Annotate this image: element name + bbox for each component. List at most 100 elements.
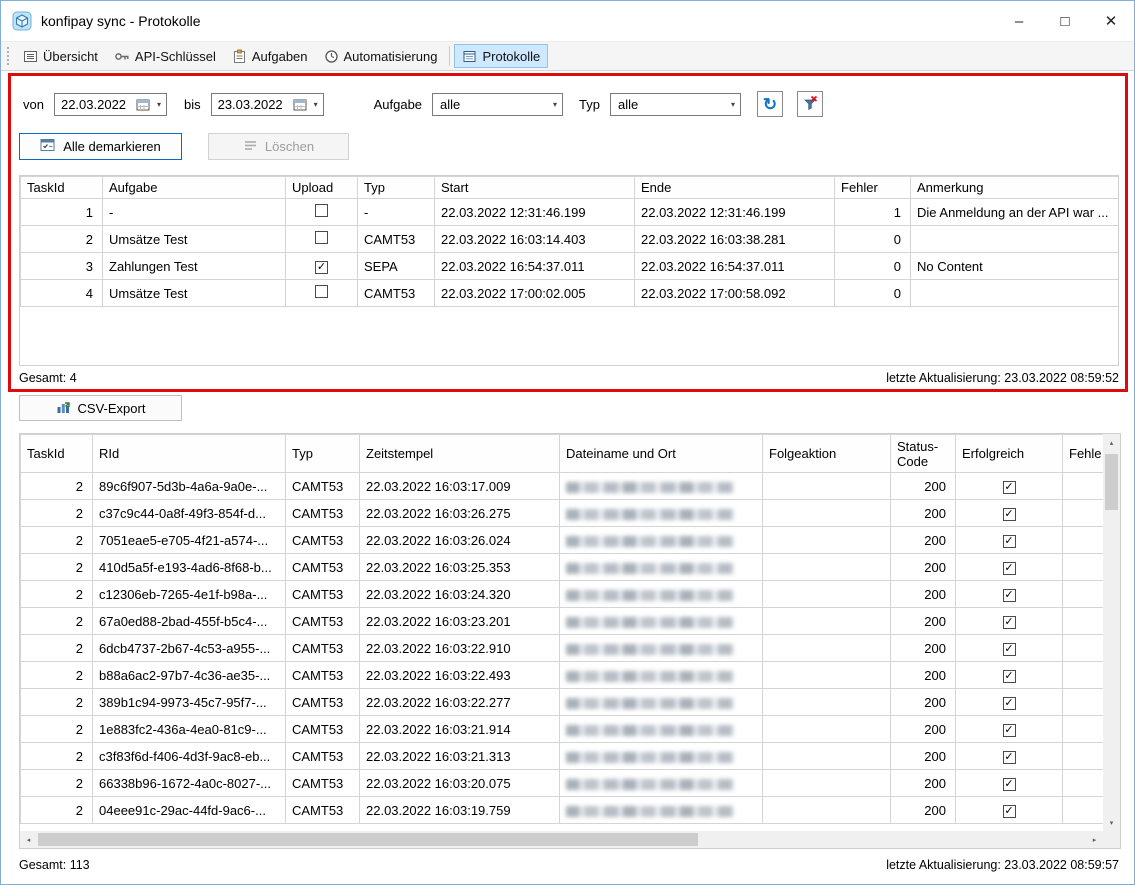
column-header[interactable]: Dateiname und Ort <box>560 435 763 473</box>
tab-automatisierung[interactable]: Automatisierung <box>316 44 446 68</box>
column-header[interactable]: Fehler <box>835 177 911 199</box>
dateiname-cell <box>560 770 763 797</box>
column-header[interactable]: Fehle <box>1063 435 1104 473</box>
detail-row[interactable]: 2c12306eb-7265-4e1f-b98a-...CAMT5322.03.… <box>21 581 1104 608</box>
maximize-button[interactable]: □ <box>1042 1 1088 41</box>
dateiname-cell <box>560 500 763 527</box>
erfolgreich-cell: ✓ <box>956 797 1063 824</box>
delete-button[interactable]: Löschen <box>208 133 349 160</box>
app-window: konfipay sync - Protokolle – □ ✕ Übersic… <box>0 0 1135 885</box>
fehler-cell <box>1063 608 1104 635</box>
horizontal-scrollbar[interactable]: ◂ ▸ <box>20 831 1103 848</box>
column-header[interactable]: Anmerkung <box>911 177 1119 199</box>
detail-row[interactable]: 289c6f907-5d3b-4a6a-9a0e-...CAMT5322.03.… <box>21 473 1104 500</box>
detail-row[interactable]: 204eee91c-29ac-44fd-9ac6-...CAMT5322.03.… <box>21 797 1104 824</box>
protocol-row[interactable]: 3Zahlungen Test✓SEPA22.03.2022 16:54:37.… <box>21 253 1119 280</box>
vertical-scrollbar[interactable]: ▴ ▾ <box>1103 434 1120 831</box>
date-to-picker[interactable]: 23.03.2022 ▾ <box>211 93 324 116</box>
column-header[interactable]: TaskId <box>21 177 103 199</box>
detail-row[interactable]: 27051eae5-e705-4f21-a574-...CAMT5322.03.… <box>21 527 1104 554</box>
refresh-button[interactable]: ↻ <box>757 91 783 117</box>
erfolgreich-checkbox[interactable]: ✓ <box>1003 778 1016 791</box>
column-header[interactable]: Status-Code <box>891 435 956 473</box>
detail-row[interactable]: 2410d5a5f-e193-4ad6-8f68-b...CAMT5322.03… <box>21 554 1104 581</box>
erfolgreich-checkbox[interactable]: ✓ <box>1003 643 1016 656</box>
scroll-left-icon[interactable]: ◂ <box>20 831 37 848</box>
scroll-right-icon[interactable]: ▸ <box>1086 831 1103 848</box>
rid-cell: b88a6ac2-97b7-4c36-ae35-... <box>93 662 286 689</box>
erfolgreich-checkbox[interactable]: ✓ <box>1003 562 1016 575</box>
protocol-row[interactable]: 2Umsätze TestCAMT5322.03.2022 16:03:14.4… <box>21 226 1119 253</box>
zeitstempel-cell: 22.03.2022 16:03:25.353 <box>360 554 560 581</box>
date-from-picker[interactable]: 22.03.2022 ▾ <box>54 93 167 116</box>
clipboard-icon <box>232 49 247 64</box>
tab-protokolle[interactable]: Protokolle <box>454 44 548 68</box>
chevron-down-icon[interactable]: ▾ <box>152 100 166 109</box>
aufgabe-selected-value: alle <box>440 97 548 112</box>
protocol-row[interactable]: 4Umsätze TestCAMT5322.03.2022 17:00:02.0… <box>21 280 1119 307</box>
erfolgreich-checkbox[interactable]: ✓ <box>1003 616 1016 629</box>
column-header[interactable]: Ende <box>635 177 835 199</box>
tab-aufgaben[interactable]: Aufgaben <box>224 44 316 68</box>
chevron-down-icon[interactable]: ▾ <box>309 100 323 109</box>
detail-table-area: TaskIdRIdTypZeitstempelDateiname und Ort… <box>20 434 1103 831</box>
tab-api-schluessel[interactable]: API-Schlüssel <box>106 44 224 68</box>
detail-row[interactable]: 2389b1c94-9973-45c7-95f7-...CAMT5322.03.… <box>21 689 1104 716</box>
folgeaktion-cell <box>763 635 891 662</box>
detail-row[interactable]: 2c37c9c44-0a8f-49f3-854f-d...CAMT5322.03… <box>21 500 1104 527</box>
column-header[interactable]: Aufgabe <box>103 177 286 199</box>
upload-checkbox[interactable] <box>315 285 328 298</box>
chevron-down-icon[interactable]: ▾ <box>548 100 562 109</box>
vertical-scrollbar-thumb[interactable] <box>1105 454 1118 510</box>
column-header[interactable]: Folgeaktion <box>763 435 891 473</box>
aufgabe-select[interactable]: alle ▾ <box>432 93 563 116</box>
detail-row[interactable]: 26dcb4737-2b67-4c53-a955-...CAMT5322.03.… <box>21 635 1104 662</box>
detail-row[interactable]: 2b88a6ac2-97b7-4c36-ae35-...CAMT5322.03.… <box>21 662 1104 689</box>
zeitstempel-cell: 22.03.2022 16:03:26.275 <box>360 500 560 527</box>
column-header[interactable]: Erfolgreich <box>956 435 1063 473</box>
scroll-up-icon[interactable]: ▴ <box>1103 434 1120 451</box>
calendar-icon <box>293 98 307 111</box>
column-header[interactable]: Zeitstempel <box>360 435 560 473</box>
fehler-cell <box>1063 743 1104 770</box>
upload-checkbox[interactable] <box>315 204 328 217</box>
column-header[interactable]: Typ <box>286 435 360 473</box>
erfolgreich-checkbox[interactable]: ✓ <box>1003 535 1016 548</box>
erfolgreich-checkbox[interactable]: ✓ <box>1003 724 1016 737</box>
erfolgreich-checkbox[interactable]: ✓ <box>1003 751 1016 764</box>
close-button[interactable]: ✕ <box>1088 1 1134 41</box>
detail-row[interactable]: 2c3f83f6d-f406-4d3f-9ac8-eb...CAMT5322.0… <box>21 743 1104 770</box>
typ-cell: CAMT53 <box>286 473 360 500</box>
chevron-down-icon[interactable]: ▾ <box>726 100 740 109</box>
clear-filter-button[interactable] <box>797 91 823 117</box>
erfolgreich-checkbox[interactable]: ✓ <box>1003 508 1016 521</box>
tab-uebersicht[interactable]: Übersicht <box>15 44 106 68</box>
erfolgreich-checkbox[interactable]: ✓ <box>1003 589 1016 602</box>
erfolgreich-checkbox[interactable]: ✓ <box>1003 670 1016 683</box>
detail-row[interactable]: 266338b96-1672-4a0c-8027-...CAMT5322.03.… <box>21 770 1104 797</box>
typ-select[interactable]: alle ▾ <box>610 93 741 116</box>
protocol-row[interactable]: 1--22.03.2022 12:31:46.19922.03.2022 12:… <box>21 199 1119 226</box>
dateiname-cell <box>560 662 763 689</box>
erfolgreich-checkbox[interactable]: ✓ <box>1003 805 1016 818</box>
upload-checkbox[interactable]: ✓ <box>315 261 328 274</box>
fehler-cell: 0 <box>835 280 911 307</box>
detail-row[interactable]: 267a0ed88-2bad-455f-b5c4-...CAMT5322.03.… <box>21 608 1104 635</box>
upload-checkbox[interactable] <box>315 231 328 244</box>
minimize-button[interactable]: – <box>996 1 1042 41</box>
column-header[interactable]: TaskId <box>21 435 93 473</box>
horizontal-scrollbar-thumb[interactable] <box>38 833 698 846</box>
erfolgreich-checkbox[interactable]: ✓ <box>1003 481 1016 494</box>
column-header[interactable]: RId <box>93 435 286 473</box>
demark-all-button[interactable]: Alle demarkieren <box>19 133 182 160</box>
scroll-down-icon[interactable]: ▾ <box>1103 814 1120 831</box>
toolbar-grip[interactable] <box>6 46 10 66</box>
fehler-cell <box>1063 473 1104 500</box>
csv-export-button[interactable]: CSV-Export <box>19 395 182 421</box>
column-header[interactable]: Typ <box>358 177 435 199</box>
column-header[interactable]: Upload <box>286 177 358 199</box>
detail-row[interactable]: 21e883fc2-436a-4ea0-81c9-...CAMT5322.03.… <box>21 716 1104 743</box>
erfolgreich-checkbox[interactable]: ✓ <box>1003 697 1016 710</box>
column-header[interactable]: Start <box>435 177 635 199</box>
detail-last-update: letzte Aktualisierung: 23.03.2022 08:59:… <box>886 858 1119 872</box>
